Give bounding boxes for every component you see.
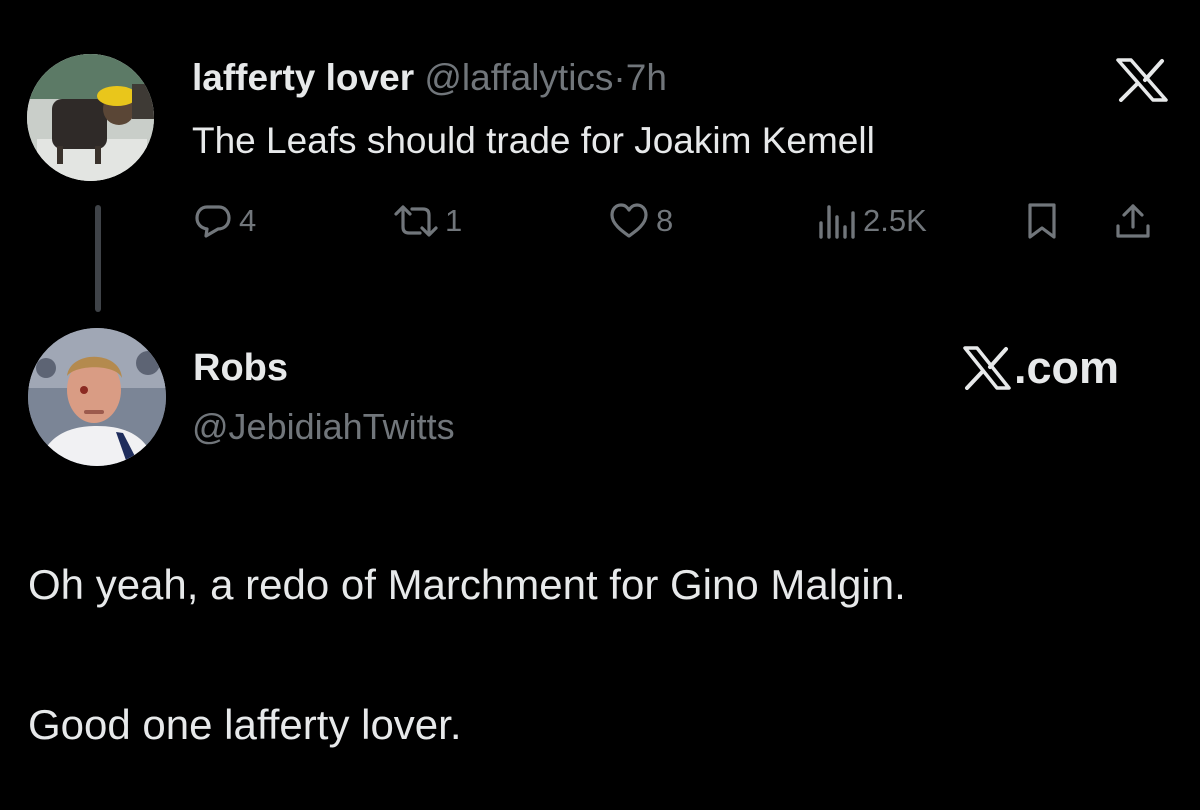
avatar-image <box>27 54 154 181</box>
repost-icon <box>394 205 438 237</box>
reply-avatar[interactable] <box>28 328 166 466</box>
share-icon <box>1116 204 1150 238</box>
reply-display-name[interactable]: Robs <box>193 345 288 391</box>
like-count: 8 <box>656 203 674 238</box>
parent-timestamp[interactable]: 7h <box>626 57 667 98</box>
repost-count: 1 <box>445 203 463 238</box>
parent-action-bar: 4 1 8 2.5K <box>0 196 1200 246</box>
brand-domain-suffix: .com <box>1014 342 1120 393</box>
parent-avatar[interactable] <box>27 54 154 181</box>
x-com-brand: .com <box>962 340 1119 396</box>
views-button[interactable]: 2.5K <box>815 196 927 246</box>
separator-dot: · <box>613 57 626 98</box>
reply-handle[interactable]: @JebidiahTwitts <box>192 405 455 449</box>
reply-tweet-text: Oh yeah, a redo of Marchment for Gino Ma… <box>28 560 906 750</box>
repost-button[interactable]: 1 <box>393 196 462 246</box>
bookmark-button[interactable] <box>1024 196 1060 246</box>
reply-icon <box>195 205 231 238</box>
reply-button[interactable]: 4 <box>193 196 256 246</box>
parent-display-name[interactable]: lafferty lover <box>192 57 414 98</box>
like-button[interactable]: 8 <box>608 196 673 246</box>
parent-tweet-header: lafferty lover @laffalytics·7h <box>192 56 667 100</box>
reply-paragraph: Oh yeah, a redo of Marchment for Gino Ma… <box>28 561 906 608</box>
share-button[interactable] <box>1112 196 1154 246</box>
x-logo-icon <box>963 346 1011 390</box>
bookmark-icon <box>1028 203 1056 239</box>
parent-handle[interactable]: @laffalytics <box>424 57 613 98</box>
x-logo-icon <box>1116 58 1168 102</box>
parent-tweet-text: The Leafs should trade for Joakim Kemell <box>192 120 875 161</box>
reply-count: 4 <box>239 203 257 238</box>
views-count: 2.5K <box>863 203 927 238</box>
avatar-image <box>28 328 166 466</box>
views-icon <box>819 205 855 239</box>
like-icon <box>610 203 648 238</box>
reply-paragraph: Good one lafferty lover. <box>28 701 462 748</box>
